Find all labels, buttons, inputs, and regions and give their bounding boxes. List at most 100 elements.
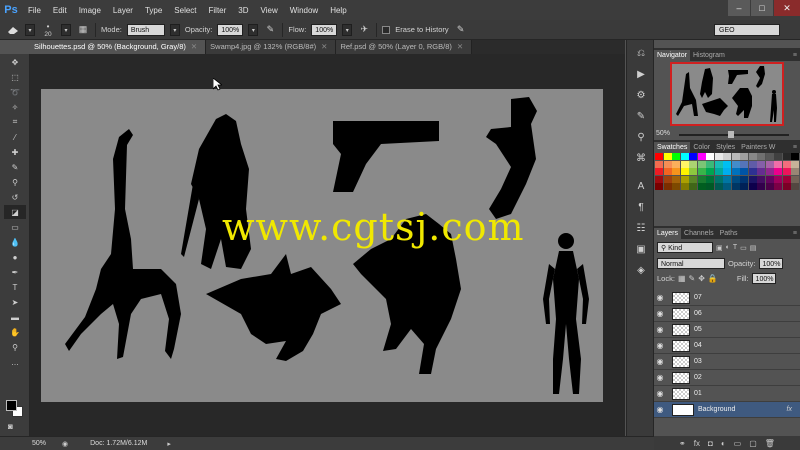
swatch-color[interactable] bbox=[672, 153, 680, 160]
swatch-color[interactable] bbox=[757, 168, 765, 175]
tab-histogram[interactable]: Histogram bbox=[690, 50, 728, 61]
swatch-color[interactable] bbox=[723, 160, 731, 168]
filter-pixel-icon[interactable]: ▣ bbox=[716, 244, 723, 252]
tab-styles[interactable]: Styles bbox=[713, 142, 738, 153]
visibility-eye-icon[interactable]: ◉ bbox=[654, 405, 666, 414]
tool-preset-dropdown[interactable]: ▾ bbox=[25, 23, 35, 36]
dodge-tool-icon[interactable]: ● bbox=[4, 250, 26, 264]
swatch-color[interactable] bbox=[740, 153, 748, 160]
swatch-color[interactable] bbox=[672, 183, 680, 190]
visibility-eye-icon[interactable]: ◉ bbox=[654, 325, 666, 334]
swatch-color[interactable] bbox=[672, 168, 680, 175]
layer-filter-kind[interactable]: ⚲ Kind bbox=[657, 242, 713, 253]
swatch-color[interactable] bbox=[757, 153, 765, 160]
swatch-color[interactable] bbox=[680, 175, 689, 183]
swatch-color[interactable] bbox=[791, 160, 799, 168]
crop-tool-icon[interactable]: ⌗ bbox=[4, 115, 26, 129]
add-mask-icon[interactable]: ◘ bbox=[708, 439, 713, 448]
minimize-button[interactable]: – bbox=[728, 0, 750, 16]
visibility-eye-icon[interactable]: ◉ bbox=[654, 373, 666, 382]
menu-window[interactable]: Window bbox=[284, 6, 324, 15]
menu-view[interactable]: View bbox=[255, 6, 284, 15]
status-info-icon[interactable]: ◉ bbox=[62, 440, 68, 448]
swatch-color[interactable] bbox=[791, 175, 799, 183]
swatch-color[interactable] bbox=[765, 175, 774, 183]
swatch-color[interactable] bbox=[697, 183, 706, 190]
lock-transparent-icon[interactable]: ▦ bbox=[678, 274, 686, 283]
filter-type-icon[interactable]: T bbox=[733, 244, 737, 251]
swatch-color[interactable] bbox=[655, 153, 663, 160]
swatch-color[interactable] bbox=[706, 183, 714, 190]
mode-dropdown[interactable]: ▾ bbox=[169, 23, 180, 36]
zoom-tool-icon[interactable]: ⚲ bbox=[4, 340, 26, 354]
quick-mask-icon[interactable]: ◙ bbox=[8, 422, 13, 431]
gradient-tool-icon[interactable]: ▭ bbox=[4, 220, 26, 234]
visibility-eye-icon[interactable]: ◉ bbox=[654, 341, 666, 350]
erase-history-checkbox[interactable] bbox=[382, 25, 391, 34]
close-tab-icon[interactable]: ✕ bbox=[321, 42, 327, 51]
swatch-color[interactable] bbox=[740, 183, 748, 190]
swatch-color[interactable] bbox=[757, 183, 765, 190]
navigator-preview[interactable] bbox=[670, 62, 784, 126]
swatch-color[interactable] bbox=[740, 175, 748, 183]
layer-03[interactable]: ◉ 03 bbox=[654, 354, 800, 370]
swatch-color[interactable] bbox=[748, 160, 757, 168]
layer-background[interactable]: ◉ Background fx bbox=[654, 402, 800, 418]
path-select-tool-icon[interactable]: ➤ bbox=[4, 295, 26, 309]
swatch-color[interactable] bbox=[765, 153, 774, 160]
flow-input[interactable]: 100% bbox=[311, 23, 338, 36]
swatch-color[interactable] bbox=[689, 160, 697, 168]
airbrush-icon[interactable]: ✈ bbox=[357, 23, 371, 37]
doc-tab-ref[interactable]: Ref.psd @ 50% (Layer 0, RGB/8) ✕ bbox=[336, 40, 473, 54]
opacity-dropdown[interactable]: ▾ bbox=[248, 23, 259, 36]
blend-mode-select[interactable]: Normal bbox=[657, 258, 725, 269]
foreground-color-swatch[interactable] bbox=[6, 400, 17, 411]
swatch-color[interactable] bbox=[655, 160, 663, 168]
more-tools-icon[interactable]: … bbox=[4, 355, 26, 369]
layer-05[interactable]: ◉ 05 bbox=[654, 322, 800, 338]
layer-02[interactable]: ◉ 02 bbox=[654, 370, 800, 386]
swatch-color[interactable] bbox=[706, 160, 714, 168]
swatch-color[interactable] bbox=[774, 175, 782, 183]
swatch-color[interactable] bbox=[731, 153, 740, 160]
close-button[interactable]: ✕ bbox=[774, 0, 800, 16]
swatch-color[interactable] bbox=[663, 168, 672, 175]
menu-file[interactable]: File bbox=[22, 6, 47, 15]
layer-04[interactable]: ◉ 04 bbox=[654, 338, 800, 354]
lock-position-icon[interactable]: ✥ bbox=[698, 274, 705, 283]
pen-tool-icon[interactable]: ✒ bbox=[4, 265, 26, 279]
swatch-color[interactable] bbox=[689, 183, 697, 190]
doc-tab-swamp[interactable]: Swamp4.jpg @ 132% (RGB/8#) ✕ bbox=[206, 40, 337, 54]
eyedropper-tool-icon[interactable]: ⁄ bbox=[4, 130, 26, 144]
menu-3d[interactable]: 3D bbox=[232, 6, 254, 15]
swatch-color[interactable] bbox=[680, 153, 689, 160]
opacity-input[interactable]: 100% bbox=[217, 23, 244, 36]
link-layers-icon[interactable]: ⚭ bbox=[679, 439, 686, 448]
swatches-grid[interactable] bbox=[654, 153, 800, 190]
swatch-color[interactable] bbox=[723, 153, 731, 160]
close-tab-icon[interactable]: ✕ bbox=[191, 42, 197, 51]
swatch-color[interactable] bbox=[791, 153, 799, 160]
panel-menu-icon[interactable]: ≡ bbox=[793, 50, 800, 61]
swatch-color[interactable] bbox=[714, 183, 723, 190]
tab-painters-wheel[interactable]: Painters W bbox=[738, 142, 778, 153]
swatch-color[interactable] bbox=[680, 183, 689, 190]
marquee-tool-icon[interactable]: ⬚ bbox=[4, 70, 26, 84]
history-brush-tool-icon[interactable]: ↺ bbox=[4, 190, 26, 204]
swatch-color[interactable] bbox=[782, 168, 791, 175]
swatch-color[interactable] bbox=[680, 168, 689, 175]
lock-pixels-icon[interactable]: ✎ bbox=[689, 274, 696, 283]
swatch-color[interactable] bbox=[774, 153, 782, 160]
swatch-color[interactable] bbox=[706, 153, 714, 160]
menu-type[interactable]: Type bbox=[139, 6, 168, 15]
new-group-icon[interactable]: ▭ bbox=[734, 439, 742, 448]
swatch-color[interactable] bbox=[765, 160, 774, 168]
healing-tool-icon[interactable]: ✚ bbox=[4, 145, 26, 159]
menu-edit[interactable]: Edit bbox=[47, 6, 73, 15]
swatch-color[interactable] bbox=[782, 153, 791, 160]
close-tab-icon[interactable]: ✕ bbox=[457, 42, 463, 51]
blur-tool-icon[interactable]: 💧 bbox=[4, 235, 26, 249]
swatch-color[interactable] bbox=[706, 175, 714, 183]
swatch-color[interactable] bbox=[731, 175, 740, 183]
layer-opacity-input[interactable]: 100% bbox=[758, 258, 783, 269]
